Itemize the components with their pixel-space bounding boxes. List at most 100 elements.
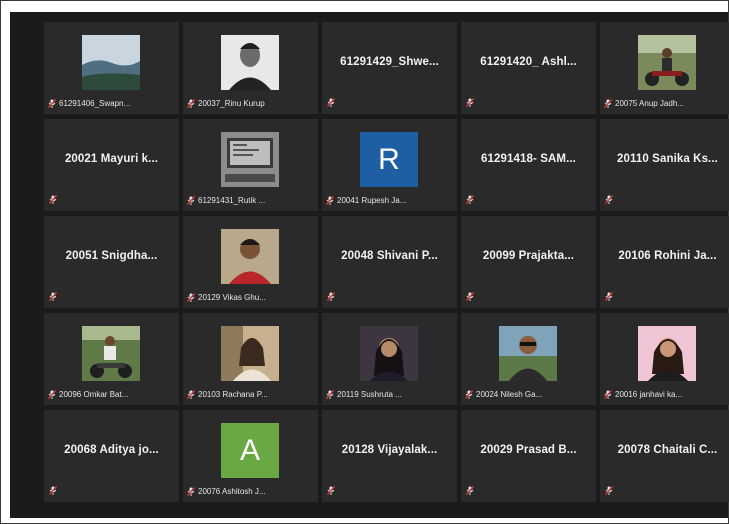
muted-mic-icon (604, 390, 612, 399)
participant-caption: 20041 Rupesh Ja... (326, 196, 406, 205)
video-gallery-stage: 61291406_Swapn... 20037_Rinu Kurup 6129142… (10, 12, 729, 518)
muted-mic-icon (49, 486, 57, 495)
participant-tile[interactable]: 20051 Snigdha... (44, 216, 179, 308)
participant-grid: 61291406_Swapn... 20037_Rinu Kurup 6129142… (44, 22, 729, 502)
participant-video (360, 326, 418, 381)
participant-caption: 20075 Anup Jadh... (604, 99, 684, 108)
participant-caption-name: 20119 Sushruta ... (337, 390, 402, 399)
participant-tile[interactable]: 20037_Rinu Kurup (183, 22, 318, 114)
participant-caption-name: 61291406_Swapn... (59, 99, 131, 108)
muted-mic-icon (326, 390, 334, 399)
participant-tile[interactable]: 61291418- SAM... (461, 119, 596, 211)
participant-tile[interactable]: 20128 Vijayalak... (322, 410, 457, 502)
participant-tile[interactable]: 20078 Chaitali C... (600, 410, 729, 502)
participant-tile[interactable]: 20029 Prasad B... (461, 410, 596, 502)
muted-mic-icon (326, 196, 334, 205)
muted-mic-icon (466, 98, 474, 107)
participant-tile[interactable]: A 20076 Ashitosh J... (183, 410, 318, 502)
participant-name: 20106 Rohini Ja... (618, 250, 717, 262)
muted-mic-icon (605, 486, 613, 495)
participant-tile[interactable]: 20110 Sanika Ks... (600, 119, 729, 211)
participant-tile[interactable]: 61291431_Rutik ... (183, 119, 318, 211)
participant-video (82, 326, 140, 381)
participant-name: 20029 Prasad B... (480, 444, 577, 456)
participant-video (499, 326, 557, 381)
muted-mic-icon (466, 486, 474, 495)
muted-mic-icon (48, 99, 56, 108)
muted-mic-icon (605, 292, 613, 301)
participant-caption-name: 61291431_Rutik ... (198, 196, 266, 205)
participant-video (638, 35, 696, 90)
muted-mic-icon (187, 293, 195, 302)
participant-caption-name: 20016 janhavi ka... (615, 390, 683, 399)
muted-mic-icon (187, 390, 195, 399)
muted-mic-icon (327, 98, 335, 107)
participant-caption-name: 20103 Rachana P... (198, 390, 268, 399)
participant-name: 61291420_ Ashl... (480, 56, 577, 68)
participant-tile[interactable]: 20075 Anup Jadh... (600, 22, 729, 114)
screenshot-frame: 61291406_Swapn... 20037_Rinu Kurup 6129142… (0, 0, 729, 524)
muted-mic-icon (49, 292, 57, 301)
participant-caption-name: 20129 Vikas Ghu... (198, 293, 266, 302)
participant-tile[interactable]: 20129 Vikas Ghu... (183, 216, 318, 308)
participant-caption: 20037_Rinu Kurup (187, 99, 265, 108)
participant-tile[interactable]: 20119 Sushruta ... (322, 313, 457, 405)
participant-tile[interactable]: 20106 Rohini Ja... (600, 216, 729, 308)
participant-tile[interactable]: 20099 Prajakta... (461, 216, 596, 308)
participant-avatar: R (360, 132, 418, 187)
participant-name: 20048 Shivani P... (341, 250, 438, 262)
muted-mic-icon (466, 292, 474, 301)
participant-name: 20128 Vijayalak... (341, 444, 438, 456)
participant-caption: 20129 Vikas Ghu... (187, 293, 266, 302)
participant-caption: 61291406_Swapn... (48, 99, 130, 108)
participant-tile[interactable]: 20021 Mayuri k... (44, 119, 179, 211)
participant-video (221, 229, 279, 284)
participant-name: 20078 Chaitali C... (617, 444, 718, 456)
muted-mic-icon (49, 195, 57, 204)
participant-caption: 20024 Nilesh Ga... (465, 390, 542, 399)
participant-caption: 61291431_Rutik ... (187, 196, 265, 205)
muted-mic-icon (187, 487, 195, 496)
muted-mic-icon (604, 99, 612, 108)
participant-tile[interactable]: 20103 Rachana P... (183, 313, 318, 405)
participant-caption: 20076 Ashitosh J... (187, 487, 266, 496)
muted-mic-icon (327, 486, 335, 495)
participant-tile[interactable]: 61291406_Swapn... (44, 22, 179, 114)
participant-caption: 20096 Omkar Bat... (48, 390, 128, 399)
participant-name: 20021 Mayuri k... (64, 153, 159, 165)
participant-tile[interactable]: 61291420_ Ashl... (461, 22, 596, 114)
participant-caption-name: 20024 Nilesh Ga... (476, 390, 543, 399)
participant-tile[interactable]: 20096 Omkar Bat... (44, 313, 179, 405)
participant-video (221, 132, 279, 187)
participant-tile[interactable]: 61291429_Shwe... (322, 22, 457, 114)
participant-caption: 20016 janhavi ka... (604, 390, 682, 399)
muted-mic-icon (327, 292, 335, 301)
participant-name: 61291429_Shwe... (340, 56, 439, 68)
participant-tile[interactable]: 20016 janhavi ka... (600, 313, 729, 405)
participant-name: 20110 Sanika Ks... (617, 153, 718, 165)
participant-video (638, 326, 696, 381)
participant-name: 61291418- SAM... (481, 153, 576, 165)
participant-avatar: A (221, 423, 279, 478)
muted-mic-icon (48, 390, 56, 399)
participant-tile[interactable]: R 20041 Rupesh Ja... (322, 119, 457, 211)
participant-caption-name: 20096 Omkar Bat... (59, 390, 129, 399)
muted-mic-icon (465, 390, 473, 399)
participant-tile[interactable]: 20068 Aditya jo... (44, 410, 179, 502)
muted-mic-icon (605, 195, 613, 204)
muted-mic-icon (187, 196, 195, 205)
participant-name: 20099 Prajakta... (482, 250, 575, 262)
participant-caption: 20103 Rachana P... (187, 390, 268, 399)
participant-video (82, 35, 140, 90)
participant-tile[interactable]: 20048 Shivani P... (322, 216, 457, 308)
muted-mic-icon (466, 195, 474, 204)
participant-name: 20051 Snigdha... (65, 250, 158, 262)
participant-caption-name: 20041 Rupesh Ja... (337, 196, 407, 205)
participant-video (221, 35, 279, 90)
participant-caption: 20119 Sushruta ... (326, 390, 402, 399)
participant-name: 20068 Aditya jo... (64, 444, 159, 456)
participant-caption-name: 20037_Rinu Kurup (198, 99, 265, 108)
participant-tile[interactable]: 20024 Nilesh Ga... (461, 313, 596, 405)
muted-mic-icon (187, 99, 195, 108)
participant-caption-name: 20075 Anup Jadh... (615, 99, 684, 108)
